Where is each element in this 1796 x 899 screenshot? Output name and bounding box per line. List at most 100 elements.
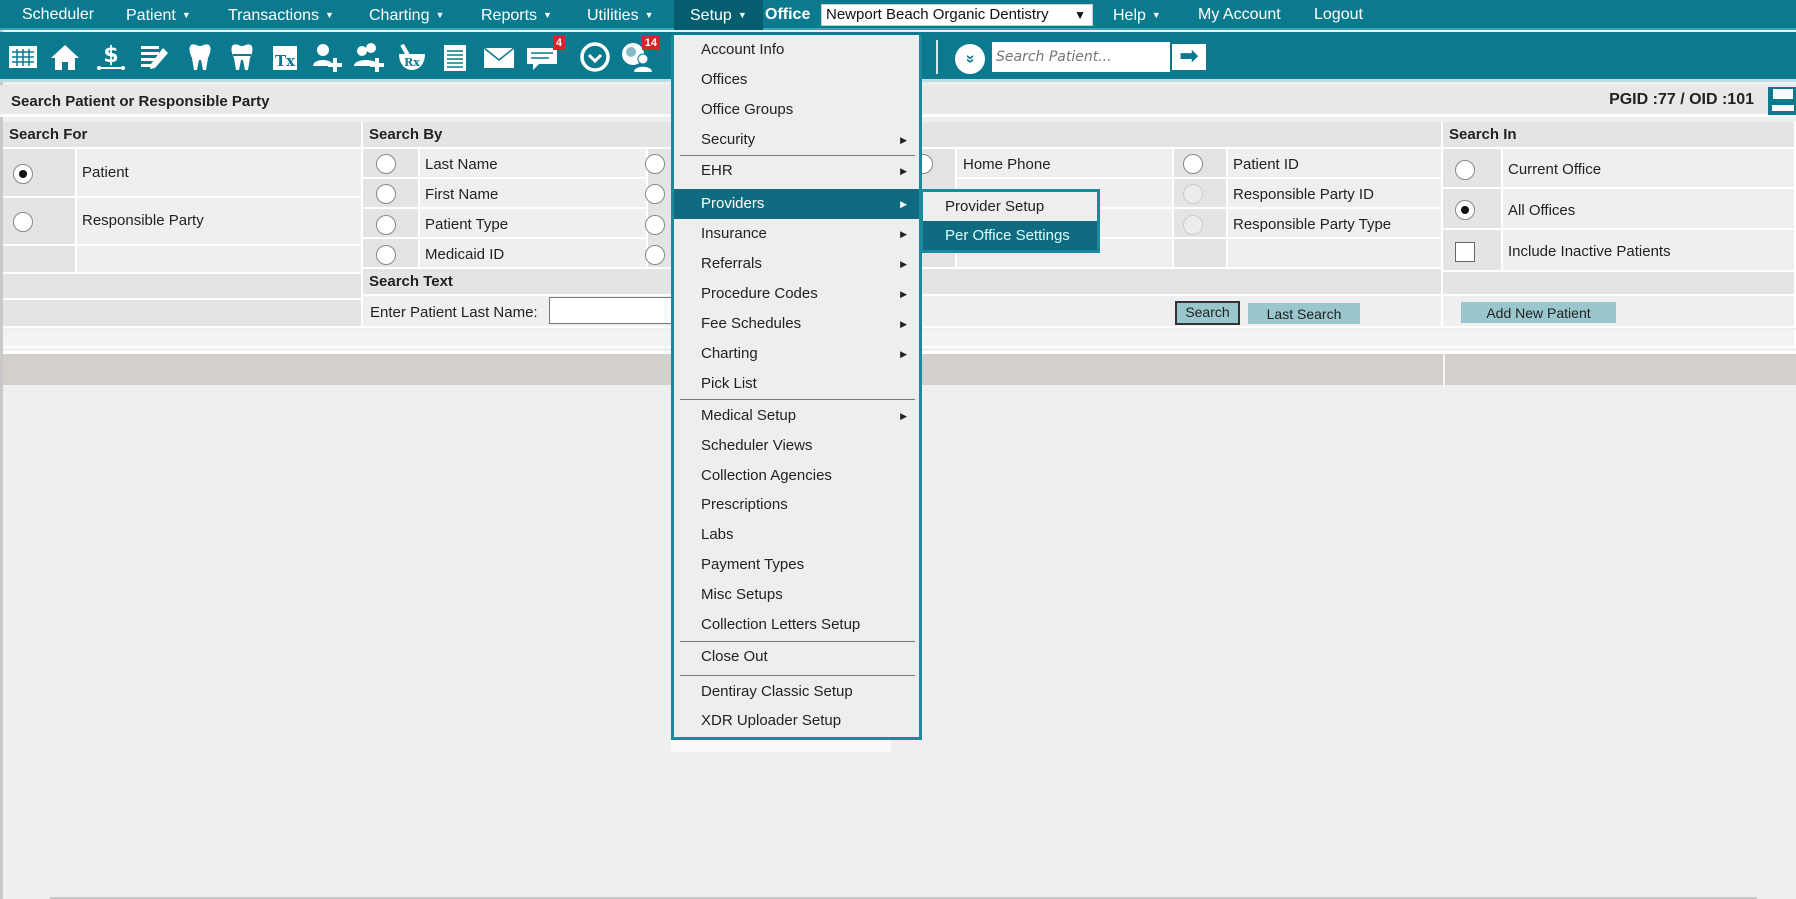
nav-transactions[interactable]: Transactions ▼ [228, 0, 334, 30]
treatment-icon[interactable]: Tx [268, 40, 302, 74]
search-for-responsible-label: Responsible Party [82, 212, 204, 229]
nav-label: Charting [369, 7, 430, 24]
menu-item-collection-letters-setup[interactable]: Collection Letters Setup [674, 610, 919, 640]
submenu-item-provider-setup[interactable]: Provider Setup [923, 192, 1097, 221]
menu-item-labs[interactable]: Labs [674, 520, 919, 550]
last-name-input[interactable] [549, 297, 679, 324]
online-user-icon[interactable]: 14 [620, 36, 660, 74]
tooth-icon[interactable] [183, 40, 217, 74]
menu-item-dentiray-classic-setup[interactable]: Dentiray Classic Setup [674, 677, 919, 707]
menu-item-scheduler-views[interactable]: Scheduler Views [674, 431, 919, 461]
billing-icon[interactable]: $ [94, 40, 128, 74]
menu-item-fee-schedules[interactable]: Fee Schedules ▶ [674, 309, 919, 339]
menu-item-charting[interactable]: Charting ▶ [674, 339, 919, 369]
nav-patient[interactable]: Patient ▼ [126, 0, 191, 30]
menu-item-label: Payment Types [701, 556, 805, 573]
nav-scheduler[interactable]: Scheduler [22, 0, 94, 30]
notepad-icon[interactable] [438, 40, 472, 74]
menu-item-offices[interactable]: Offices [674, 65, 919, 95]
menu-item-misc-setups[interactable]: Misc Setups [674, 580, 919, 610]
menu-shadow [671, 740, 891, 752]
print-icon[interactable] [1766, 85, 1796, 117]
expand-search-icon[interactable]: » [955, 44, 985, 74]
search-by-patient-type-radio[interactable] [376, 215, 396, 235]
menu-item-xdr-uploader-setup[interactable]: XDR Uploader Setup [674, 706, 919, 736]
nav-my-account[interactable]: My Account [1198, 0, 1281, 30]
nav-setup[interactable]: Setup ▼ [674, 0, 763, 30]
caret-down-icon: ▼ [543, 10, 552, 20]
add-patient-icon[interactable] [310, 40, 344, 74]
search-by-rp-id-radio[interactable] [1183, 184, 1203, 204]
menu-item-pick-list[interactable]: Pick List [674, 369, 919, 399]
providers-submenu: Provider Setup Per Office Settings [920, 189, 1100, 253]
add-family-icon[interactable] [352, 40, 386, 74]
notes-icon[interactable] [137, 40, 171, 74]
prescription-icon[interactable]: Rx [395, 40, 429, 74]
chat-icon[interactable]: 4 [525, 36, 565, 74]
nav-charting[interactable]: Charting ▼ [369, 0, 444, 30]
add-new-patient-button[interactable]: Add New Patient [1461, 302, 1616, 323]
search-in-current-office-radio[interactable] [1455, 160, 1475, 180]
menu-item-referrals[interactable]: Referrals ▶ [674, 249, 919, 279]
crown-tooth-icon[interactable] [225, 40, 259, 74]
search-by-col2-radio[interactable] [645, 215, 665, 235]
menu-item-label: Medical Setup [701, 407, 797, 424]
menu-item-payment-types[interactable]: Payment Types [674, 550, 919, 580]
office-select[interactable]: Newport Beach Organic Dentistry ▼ [821, 4, 1093, 26]
menu-item-office-groups[interactable]: Office Groups [674, 95, 919, 125]
search-for-patient-radio[interactable] [13, 164, 33, 184]
menu-item-medical-setup[interactable]: Medical Setup ▶ [674, 401, 919, 431]
nav-logout[interactable]: Logout [1314, 0, 1363, 30]
search-by-rp-type-radio[interactable] [1183, 215, 1203, 235]
search-by-col2-radio[interactable] [645, 184, 665, 204]
mail-icon[interactable] [482, 40, 516, 74]
menu-item-prescriptions[interactable]: Prescriptions [674, 490, 919, 520]
nav-reports[interactable]: Reports ▼ [481, 0, 552, 30]
menu-item-providers[interactable]: Providers ▶ [674, 189, 919, 219]
nav-label: Logout [1314, 6, 1363, 23]
menu-item-account-info[interactable]: Account Info [674, 35, 919, 65]
cell [1228, 239, 1443, 269]
nav-help[interactable]: Help ▼ [1113, 0, 1161, 30]
nav-utilities[interactable]: Utilities ▼ [587, 0, 653, 30]
search-patient-input[interactable] [992, 42, 1170, 72]
menu-item-label: Misc Setups [701, 586, 783, 603]
menu-item-security[interactable]: Security ▶ [674, 125, 919, 155]
search-by-option-label: Home Phone [963, 156, 1051, 173]
menu-item-close-out[interactable]: Close Out [674, 642, 919, 672]
menu-separator [680, 675, 915, 676]
home-icon[interactable] [48, 40, 82, 74]
search-button[interactable]: Search [1175, 301, 1240, 325]
menu-item-collection-agencies[interactable]: Collection Agencies [674, 461, 919, 491]
search-by-option-label: Patient Type [425, 216, 509, 233]
dropdown-arrow-icon: ▼ [1074, 8, 1086, 22]
search-by-patient-id-radio[interactable] [1183, 154, 1203, 174]
search-for-header: Search For [3, 122, 363, 149]
caret-down-icon: ▼ [325, 10, 334, 20]
search-by-col2-radio[interactable] [645, 154, 665, 174]
search-by-last-name-radio[interactable] [376, 154, 396, 174]
submenu-item-per-office-settings[interactable]: Per Office Settings [923, 221, 1097, 250]
nav-label: Transactions [228, 7, 319, 24]
search-in-all-offices-radio[interactable] [1455, 200, 1475, 220]
include-inactive-checkbox[interactable] [1455, 242, 1475, 262]
nav-label: Patient [126, 7, 176, 24]
calendar-icon[interactable] [6, 40, 40, 74]
menu-item-ehr[interactable]: EHR ▶ [674, 156, 919, 186]
search-by-col2-radio[interactable] [645, 245, 665, 265]
menu-item-label: Referrals [701, 255, 762, 272]
menu-item-label: Account Info [701, 41, 785, 58]
submenu-arrow-icon: ▶ [900, 135, 907, 145]
search-in-all-offices-label: All Offices [1508, 202, 1576, 219]
nav-label: Setup [690, 7, 732, 24]
search-by-first-name-radio[interactable] [376, 184, 396, 204]
submenu-arrow-icon: ▶ [900, 229, 907, 239]
clock-icon[interactable] [578, 40, 612, 74]
search-go-button[interactable]: ➡ [1170, 42, 1208, 72]
search-by-medicaid-radio[interactable] [376, 245, 396, 265]
last-search-button[interactable]: Last Search [1248, 303, 1360, 324]
search-for-responsible-radio[interactable] [13, 212, 33, 232]
menu-item-insurance[interactable]: Insurance ▶ [674, 219, 919, 249]
menu-item-procedure-codes[interactable]: Procedure Codes ▶ [674, 279, 919, 309]
menu-item-label: EHR [701, 162, 733, 179]
